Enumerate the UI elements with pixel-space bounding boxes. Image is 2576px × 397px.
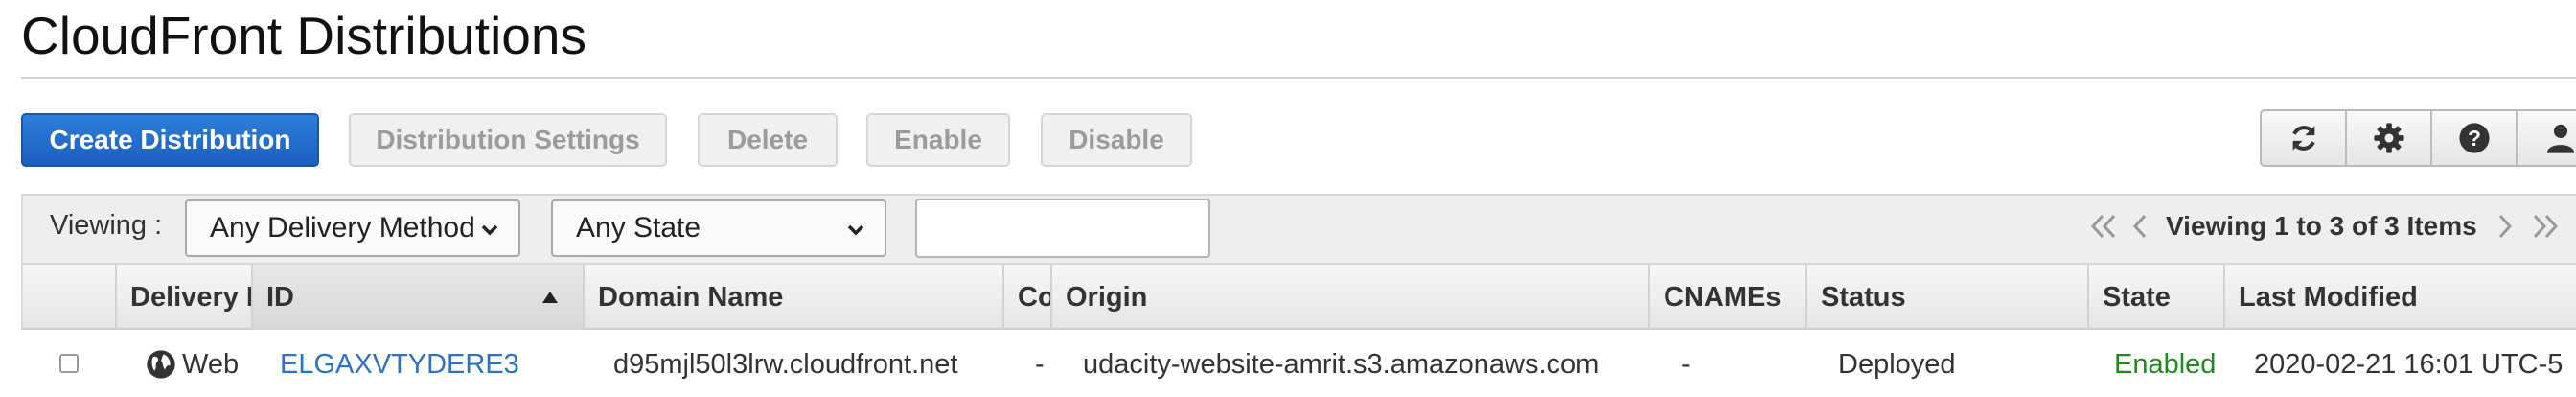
state-select[interactable]: Any State xyxy=(551,199,886,257)
previous-page-button[interactable] xyxy=(2131,212,2149,241)
state-cell: Enabled xyxy=(2114,348,2217,380)
last-page-button[interactable] xyxy=(2529,212,2560,241)
globe-icon xyxy=(147,350,175,379)
row-checkbox[interactable] xyxy=(59,354,79,373)
status-cell: Deployed xyxy=(1838,348,1956,380)
disable-button[interactable]: Disable xyxy=(1041,113,1192,167)
refresh-button[interactable] xyxy=(2262,111,2347,165)
column-header-last-modified[interactable]: Last Modified xyxy=(2225,265,2576,330)
pagination-summary: Viewing 1 to 3 of 3 Items xyxy=(2166,211,2477,241)
comment-cell: - xyxy=(1035,348,1045,380)
column-header-delivery-method[interactable]: Delivery Method xyxy=(117,265,253,330)
last-modified-cell: 2020-02-21 16:01 UTC-5 xyxy=(2254,348,2564,380)
column-header-state[interactable]: State xyxy=(2089,265,2225,330)
column-header-origin[interactable]: Origin xyxy=(1052,265,1650,330)
pagination: Viewing 1 to 3 of 3 Items xyxy=(2089,205,2560,247)
column-header-comment[interactable]: Comment xyxy=(1004,265,1052,330)
chevron-down-icon xyxy=(481,224,498,236)
distribution-id-link[interactable]: ELGAXVTYDERE3 xyxy=(280,338,519,391)
enable-button[interactable]: Enable xyxy=(866,113,1010,167)
column-header-id-label: ID xyxy=(266,281,294,313)
distribution-settings-button[interactable]: Distribution Settings xyxy=(349,113,667,167)
chevron-right-icon xyxy=(2498,214,2512,239)
column-header-status[interactable]: Status xyxy=(1807,265,2089,330)
origin-cell: udacity-website-amrit.s3.amazonaws.com xyxy=(1083,348,1599,380)
chevron-down-icon xyxy=(847,224,864,236)
column-header-domain-name[interactable]: Domain Name xyxy=(585,265,1004,330)
account-button[interactable] xyxy=(2518,111,2576,165)
first-page-button[interactable] xyxy=(2089,212,2120,241)
domain-name-cell: d95mjl50l3lrw.cloudfront.net xyxy=(613,348,958,380)
state-value: Any State xyxy=(576,212,702,244)
delivery-method-value: Web xyxy=(182,348,240,380)
next-page-button[interactable] xyxy=(2496,212,2514,241)
page-title: CloudFront Distributions xyxy=(21,6,586,65)
delivery-method-value: Any Delivery Method xyxy=(210,212,475,244)
svg-text:?: ? xyxy=(2468,126,2481,151)
refresh-icon xyxy=(2291,126,2315,151)
help-button[interactable]: ? xyxy=(2432,111,2518,165)
column-header-cnames[interactable]: CNAMEs xyxy=(1650,265,1807,330)
delivery-method-cell: Web xyxy=(146,338,239,391)
sort-ascending-icon xyxy=(542,292,558,303)
viewing-label: Viewing : xyxy=(50,210,163,241)
select-all-header xyxy=(23,265,117,330)
search-input[interactable] xyxy=(915,198,1210,258)
column-header-id[interactable]: ID xyxy=(253,265,585,330)
cnames-cell: - xyxy=(1681,348,1690,380)
gear-icon xyxy=(2373,123,2404,153)
chevron-left-icon xyxy=(2132,214,2147,239)
title-divider xyxy=(21,77,2576,79)
delete-button[interactable]: Delete xyxy=(698,113,838,167)
create-distribution-button[interactable]: Create Distribution xyxy=(21,113,319,167)
user-icon xyxy=(2546,124,2574,153)
toolbar-icon-group: ? xyxy=(2260,109,2576,167)
settings-button[interactable] xyxy=(2347,111,2432,165)
double-chevron-right-icon xyxy=(2533,214,2558,239)
double-chevron-left-icon xyxy=(2090,214,2116,239)
delivery-method-select[interactable]: Any Delivery Method xyxy=(185,199,520,257)
help-icon: ? xyxy=(2458,123,2490,153)
